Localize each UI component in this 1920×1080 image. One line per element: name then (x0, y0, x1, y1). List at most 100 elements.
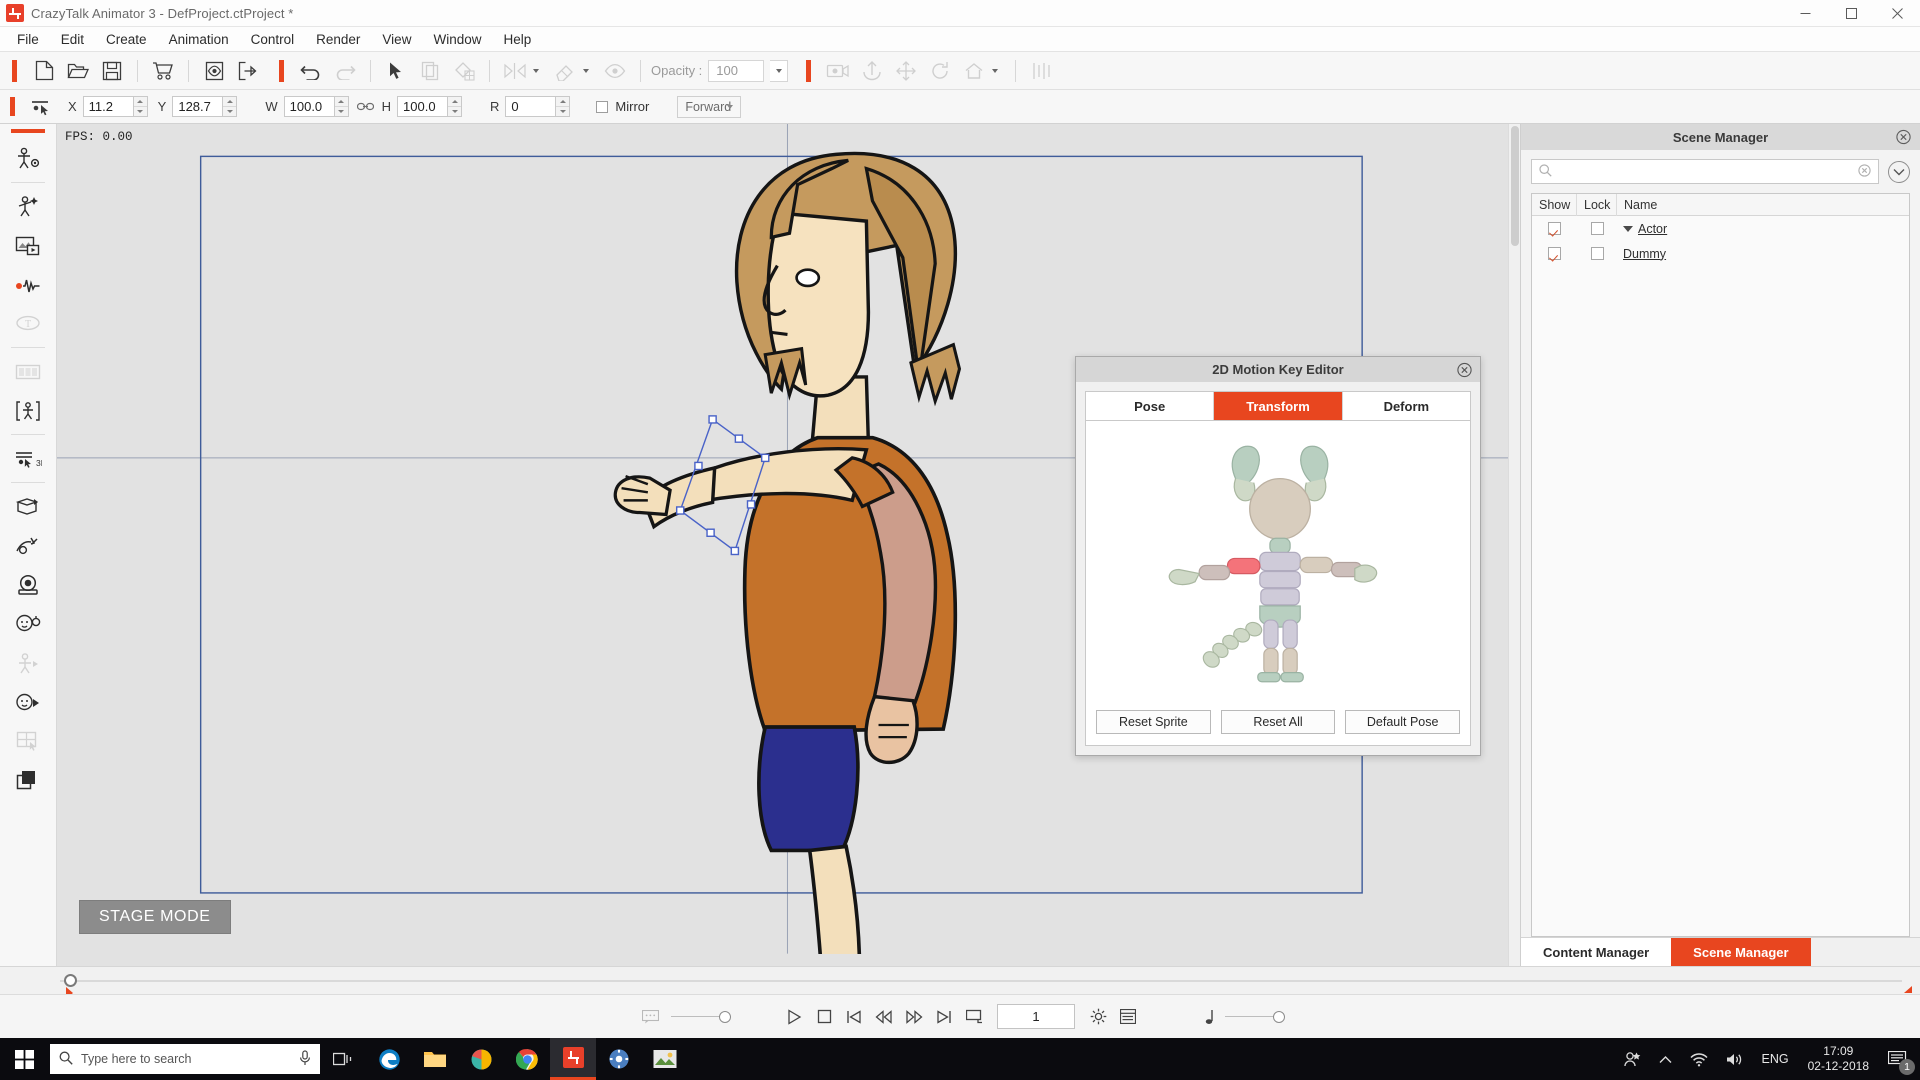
timeline-playhead[interactable] (64, 974, 77, 987)
new-project-icon[interactable] (27, 56, 61, 86)
show-hidden-icons-chevron-up-icon[interactable] (1650, 1038, 1681, 1080)
dummy-figure-canvas[interactable] (1086, 421, 1470, 710)
stop-icon[interactable] (809, 1002, 839, 1032)
menu-control[interactable]: Control (240, 27, 306, 52)
edge-browser-icon[interactable] (366, 1038, 412, 1080)
audio-volume-slider[interactable] (1225, 1010, 1285, 1023)
save-project-icon[interactable] (95, 56, 129, 86)
render-settings-icon[interactable] (1083, 1002, 1113, 1032)
sprite-sheet-icon[interactable] (8, 352, 48, 391)
link-aspect-ratio-icon[interactable] (356, 101, 374, 112)
tab-transform[interactable]: Transform (1214, 392, 1343, 420)
scene-tree[interactable]: Show Lock Name Actor Dummy (1531, 193, 1910, 937)
stage-mode-badge[interactable]: STAGE MODE (79, 900, 231, 934)
stage-scroll-thumb[interactable] (1511, 126, 1519, 246)
h-spinner[interactable] (447, 96, 463, 117)
jump-to-start-icon[interactable] (839, 1002, 869, 1032)
select-arrow-icon[interactable] (379, 56, 413, 86)
tab-scene-manager[interactable]: Scene Manager (1671, 938, 1811, 967)
scene-search-input[interactable] (1558, 164, 1852, 179)
menu-help[interactable]: Help (492, 27, 542, 52)
subtitle-slider[interactable] (671, 1010, 731, 1023)
w-field[interactable] (283, 96, 349, 117)
show-checkbox[interactable] (1548, 247, 1561, 260)
photos-icon[interactable] (642, 1038, 688, 1080)
2d-motion-key-editor-dialog[interactable]: 2D Motion Key Editor Pose Transform Defo… (1075, 356, 1481, 756)
3d-motion-icon[interactable]: 3D (8, 439, 48, 478)
audio-record-icon[interactable] (8, 265, 48, 304)
close-icon[interactable] (1896, 129, 1911, 145)
default-pose-button[interactable]: Default Pose (1345, 710, 1461, 734)
timeline-icon[interactable] (1113, 1002, 1143, 1032)
timeline-scrub-bar[interactable] (0, 966, 1920, 999)
node-label-actor[interactable]: Actor (1638, 222, 1667, 236)
close-icon[interactable] (1457, 362, 1472, 377)
row-name-cell[interactable]: Dummy (1617, 247, 1909, 261)
pivot-tool-icon[interactable] (24, 94, 58, 120)
x-spinner[interactable] (132, 96, 148, 117)
timeline-track[interactable] (60, 980, 1902, 982)
scene-filter-chevron-icon[interactable] (1888, 160, 1910, 183)
r-field[interactable] (505, 96, 571, 117)
opacity-input[interactable]: 100 (708, 59, 765, 82)
layer-order-icon[interactable] (8, 760, 48, 799)
scene-search-box[interactable] (1531, 159, 1879, 184)
opacity-dropdown-icon[interactable] (770, 59, 789, 82)
volume-icon[interactable] (1717, 1038, 1753, 1080)
minimize-button[interactable] (1782, 0, 1828, 27)
open-project-icon[interactable] (61, 56, 95, 86)
taskbar-search[interactable]: Type here to search (50, 1044, 320, 1074)
dummy-figure[interactable] (1086, 421, 1470, 710)
file-explorer-icon[interactable] (412, 1038, 458, 1080)
lock-checkbox[interactable] (1590, 247, 1604, 260)
w-input[interactable] (283, 96, 334, 117)
start-button[interactable] (0, 1038, 48, 1080)
x-input[interactable] (82, 96, 133, 117)
actor-composer-icon[interactable] (8, 139, 48, 178)
microphone-icon[interactable] (299, 1049, 311, 1069)
row-lock-cell[interactable] (1577, 247, 1617, 260)
table-row[interactable]: Actor (1532, 216, 1909, 241)
show-checkbox[interactable] (1548, 222, 1561, 235)
next-frame-icon[interactable] (899, 1002, 929, 1032)
export-icon[interactable] (231, 56, 265, 86)
preview-icon[interactable] (197, 56, 231, 86)
elastic-motion-icon[interactable] (8, 526, 48, 565)
transform-3d-icon[interactable] (8, 487, 48, 526)
row-lock-cell[interactable] (1577, 222, 1617, 235)
face-puppet-icon[interactable] (8, 604, 48, 643)
media-prop-icon[interactable] (8, 226, 48, 265)
range-end-marker[interactable] (1904, 986, 1912, 993)
lock-checkbox[interactable] (1590, 222, 1604, 235)
chrome-icon[interactable] (504, 1038, 550, 1080)
h-input[interactable] (397, 96, 448, 117)
y-input[interactable] (172, 96, 223, 117)
jump-to-end-icon[interactable] (929, 1002, 959, 1032)
chevron-down-icon[interactable] (1623, 225, 1633, 232)
chevron-down-icon[interactable] (533, 68, 539, 73)
chevron-down-icon[interactable] (583, 68, 589, 73)
row-name-cell[interactable]: Actor (1617, 222, 1909, 236)
subtitle-icon[interactable] (635, 1002, 665, 1032)
settings-icon[interactable] (596, 1038, 642, 1080)
stage-vertical-scrollbar[interactable] (1508, 124, 1520, 966)
table-row[interactable]: Dummy (1532, 241, 1909, 266)
maximize-button[interactable] (1828, 0, 1874, 27)
direction-dropdown[interactable]: Forward (677, 95, 742, 118)
play-icon[interactable] (779, 1002, 809, 1032)
language-indicator[interactable]: ENG (1753, 1038, 1798, 1080)
menu-edit[interactable]: Edit (50, 27, 95, 52)
menu-animation[interactable]: Animation (158, 27, 240, 52)
tab-content-manager[interactable]: Content Manager (1521, 938, 1672, 967)
menu-file[interactable]: File (6, 27, 50, 52)
tab-pose[interactable]: Pose (1086, 392, 1215, 420)
clear-search-icon[interactable] (1858, 163, 1871, 180)
task-view-icon[interactable] (320, 1038, 366, 1080)
r-input[interactable] (505, 96, 556, 117)
row-show-cell[interactable] (1532, 247, 1577, 260)
loop-icon[interactable] (959, 1002, 989, 1032)
tab-deform[interactable]: Deform (1342, 392, 1470, 420)
mirror-checkbox-row[interactable]: Mirror (596, 99, 649, 114)
h-field[interactable] (397, 96, 463, 117)
notification-center-icon[interactable]: 1 (1879, 1038, 1916, 1080)
